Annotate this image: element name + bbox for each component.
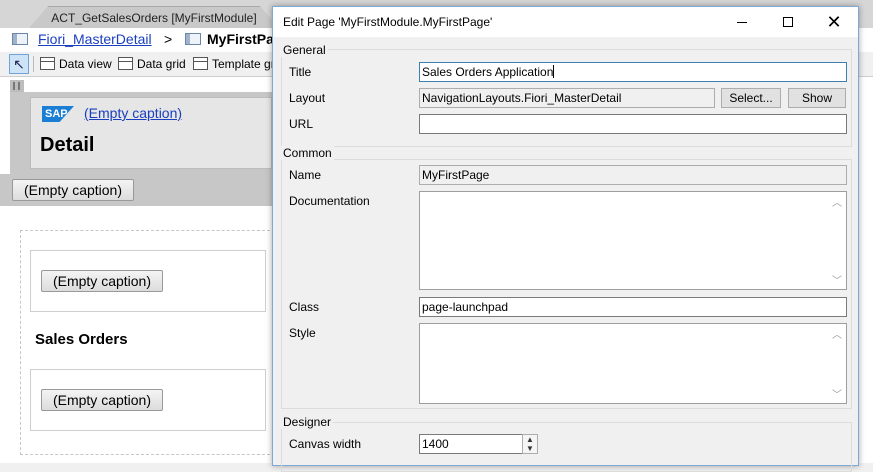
class-label: Class [289, 300, 320, 314]
name-label: Name [289, 168, 322, 182]
select-layout-button[interactable]: Select... [721, 88, 781, 108]
minimize-icon [737, 22, 747, 23]
drag-handle-icon[interactable] [10, 80, 24, 92]
show-layout-button[interactable]: Show [788, 88, 846, 108]
layout-field: NavigationLayouts.Fiori_MasterDetail [419, 88, 715, 108]
url-label: URL [289, 117, 314, 131]
toolbar-divider [33, 56, 34, 72]
document-tab[interactable]: ACT_GetSalesOrders [MyFirstModule] [28, 6, 280, 29]
page-icon [185, 33, 201, 45]
template-grid-button[interactable]: Template gr [193, 55, 275, 73]
general-legend: General [281, 43, 328, 57]
template-grid-label: Template gr [212, 57, 275, 71]
box1-caption-button[interactable]: (Empty caption) [41, 270, 163, 292]
text-caret [553, 65, 555, 78]
data-grid-icon [118, 57, 133, 70]
edit-page-dialog: Edit Page 'MyFirstModule.MyFirstPage' ✕ … [272, 6, 859, 472]
layout-icon [12, 33, 28, 45]
scroll-down-icon[interactable]: ﹀ [832, 272, 842, 287]
url-input[interactable] [419, 114, 847, 134]
designer-group [281, 422, 852, 472]
sales-orders-heading: Sales Orders [35, 331, 128, 348]
data-grid-label: Data grid [137, 57, 186, 71]
name-field: MyFirstPage [419, 165, 847, 185]
breadcrumb-separator: > [164, 31, 173, 47]
canvas-width-spinner[interactable]: ▲ ▼ [522, 434, 538, 454]
title-input[interactable]: Sales Orders Application [419, 62, 847, 82]
data-view-button[interactable]: Data view [40, 55, 112, 73]
data-grid-button[interactable]: Data grid [118, 55, 186, 73]
spin-up-icon[interactable]: ▲ [526, 436, 534, 444]
title-input-value: Sales Orders Application [422, 65, 554, 79]
spin-down-icon[interactable]: ▼ [526, 445, 534, 453]
header-caption-link[interactable]: (Empty caption) [84, 105, 182, 121]
style-textarea[interactable]: ︿ ﹀ [419, 323, 847, 404]
data-view-icon [40, 57, 55, 70]
minimize-button[interactable] [719, 7, 765, 37]
scroll-down-icon[interactable]: ﹀ [832, 386, 842, 401]
documentation-textarea[interactable]: ︿ ﹀ [419, 191, 847, 290]
class-input[interactable]: page-launchpad [419, 297, 847, 317]
common-legend: Common [281, 146, 334, 160]
maximize-icon [783, 17, 793, 27]
scroll-up-icon[interactable]: ︿ [832, 326, 842, 341]
style-label: Style [289, 326, 316, 340]
strip-caption-button[interactable]: (Empty caption) [12, 179, 134, 201]
scroll-up-icon[interactable]: ︿ [832, 194, 842, 209]
documentation-label: Documentation [289, 194, 370, 208]
data-view-label: Data view [59, 57, 112, 71]
breadcrumb-current-page: MyFirstPa [207, 31, 274, 47]
maximize-button[interactable] [765, 7, 811, 37]
box2-caption-button[interactable]: (Empty caption) [41, 389, 163, 411]
pointer-tool-button[interactable]: ↖ [9, 54, 29, 74]
canvas-width-label: Canvas width [289, 437, 362, 451]
dialog-title: Edit Page 'MyFirstModule.MyFirstPage' [283, 15, 493, 29]
designer-legend: Designer [281, 415, 334, 429]
dialog-titlebar[interactable]: Edit Page 'MyFirstModule.MyFirstPage' ✕ [273, 7, 858, 37]
breadcrumb-layout-link[interactable]: Fiori_MasterDetail [38, 31, 152, 47]
layout-label: Layout [289, 91, 326, 105]
template-grid-icon [193, 57, 208, 70]
title-label: Title [289, 65, 312, 79]
canvas-width-input[interactable]: 1400 [419, 434, 523, 454]
detail-title: Detail [40, 134, 95, 156]
close-icon: ✕ [826, 12, 842, 32]
close-button[interactable]: ✕ [811, 7, 857, 37]
